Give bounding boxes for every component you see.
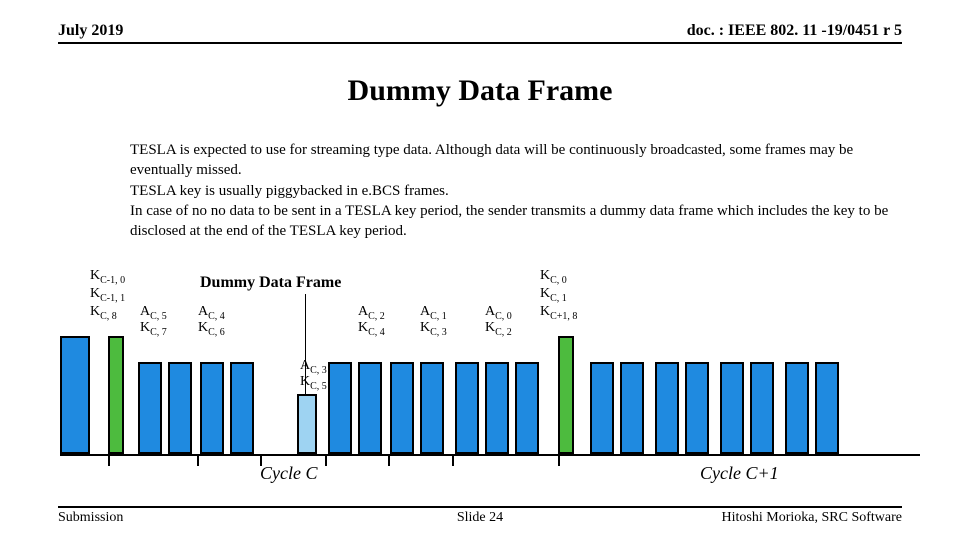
tick: [197, 454, 199, 466]
bar-data: [655, 362, 679, 454]
header-doc: doc. : IEEE 802. 11 -19/0451 r 5: [687, 22, 902, 40]
cycle-label-c1: Cycle C+1: [700, 463, 779, 484]
bar-data: [685, 362, 709, 454]
key-label: KC, 0: [540, 268, 567, 286]
ak-label: KC, 6: [198, 320, 225, 338]
bar-dummy-frame: [297, 394, 317, 454]
key-label: KC, 8: [90, 304, 117, 322]
bar-data: [358, 362, 382, 454]
ak-label: KC, 7: [140, 320, 167, 338]
tick: [558, 454, 560, 466]
bar-data: [328, 362, 352, 454]
key-label: KC, 1: [540, 286, 567, 304]
key-label: KC-1, 0: [90, 268, 125, 286]
bar-data: [200, 362, 224, 454]
bar-track: [60, 338, 920, 456]
key-label: KC-1, 1: [90, 286, 125, 304]
footer-rule: [58, 506, 902, 508]
key-label: KC+1, 8: [540, 304, 577, 322]
dummy-frame-label: Dummy Data Frame: [200, 274, 341, 292]
timing-diagram: KC-1, 0 KC-1, 1 KC, 8 Dummy Data Frame K…: [60, 268, 920, 478]
tick: [452, 454, 454, 466]
ak-label: KC, 3: [420, 320, 447, 338]
tick: [388, 454, 390, 466]
bar-data: [420, 362, 444, 454]
bar-data: [750, 362, 774, 454]
bar-data: [815, 362, 839, 454]
cycle-label-c: Cycle C: [260, 463, 317, 484]
bar-data: [720, 362, 744, 454]
bar-data: [485, 362, 509, 454]
bar-data: [620, 362, 644, 454]
bar-sync-green: [108, 336, 124, 454]
bar-data: [590, 362, 614, 454]
bar-data: [138, 362, 162, 454]
ak-label: KC, 4: [358, 320, 385, 338]
ak-label: KC, 2: [485, 320, 512, 338]
bar-data: [785, 362, 809, 454]
bar-data: [230, 362, 254, 454]
tick: [325, 454, 327, 466]
header-date: July 2019: [58, 22, 123, 40]
bar-data: [455, 362, 479, 454]
bar-data: [168, 362, 192, 454]
body-paragraph: TESLA is expected to use for streaming t…: [130, 140, 890, 241]
bar-sync-green: [558, 336, 574, 454]
footer-slide-number: Slide 24: [58, 510, 902, 526]
header-rule: [58, 42, 902, 44]
page-title: Dummy Data Frame: [0, 74, 960, 108]
bar-data: [390, 362, 414, 454]
tick: [108, 454, 110, 466]
bar-lead: [60, 336, 90, 454]
bar-data: [515, 362, 539, 454]
